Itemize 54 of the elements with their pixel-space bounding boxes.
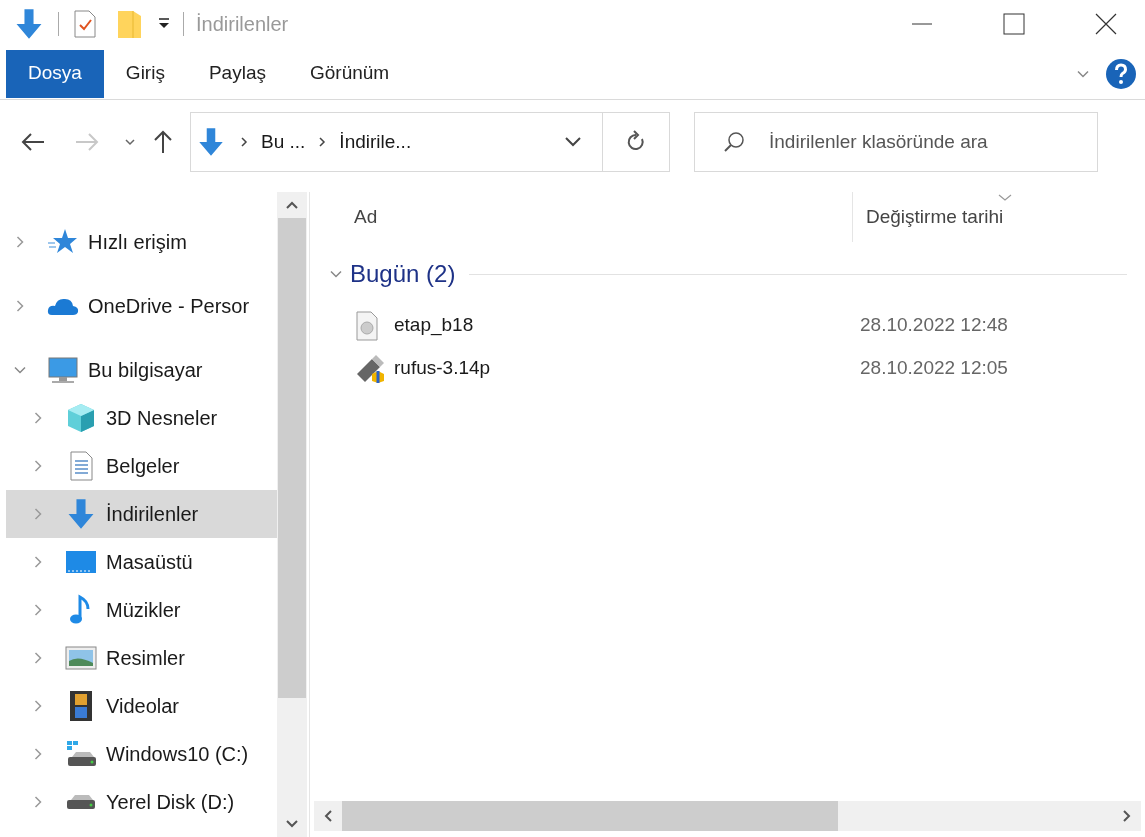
ribbon-tab[interactable]: Görünüm: [287, 49, 412, 98]
back-arrow-icon[interactable]: [20, 131, 46, 153]
search-box[interactable]: İndirilenler klasöründe ara: [694, 112, 1098, 172]
scroll-right-icon[interactable]: [1122, 809, 1132, 823]
scrollbar-thumb[interactable]: [278, 218, 306, 698]
dropdown-icon[interactable]: [157, 17, 171, 31]
disc-file-icon: [354, 310, 380, 341]
close-icon[interactable]: [1095, 13, 1117, 35]
help-icon[interactable]: [1105, 57, 1137, 90]
navigation-item[interactable]: İndirilenler: [6, 490, 277, 538]
breadcrumb-separator-icon[interactable]: [317, 136, 328, 148]
navigation-item[interactable]: Hızlı erişim: [6, 218, 277, 266]
navigation-item[interactable]: OneDrive - Persor: [6, 282, 277, 330]
navigation-item[interactable]: Müzikler: [6, 586, 277, 634]
search-icon: [723, 131, 745, 153]
address-bar[interactable]: Bu ... İndirile...: [190, 112, 670, 172]
ribbon-tab[interactable]: Giriş: [103, 49, 187, 98]
ribbon-tab[interactable]: Dosya: [6, 49, 104, 98]
breadcrumb-item[interactable]: İndirile...: [339, 127, 412, 157]
group-header[interactable]: Bugün (2): [310, 252, 1145, 296]
file-name: etap_b18: [394, 313, 475, 338]
properties-icon[interactable]: [71, 9, 99, 39]
scrollbar-thumb[interactable]: [342, 801, 838, 831]
scroll-left-icon[interactable]: [323, 809, 333, 823]
navigation-item[interactable]: Videolar: [6, 682, 277, 730]
address-dropdown-icon[interactable]: [564, 136, 582, 148]
navigation-item[interactable]: Yerel Disk (D:): [6, 778, 277, 826]
column-header[interactable]: Değiştirme tarihi: [866, 202, 1004, 232]
file-row[interactable]: etap_b18 28.10.2022 12:48: [310, 304, 1145, 347]
navigation-item[interactable]: Masaüstü: [6, 538, 277, 586]
recent-dropdown-icon[interactable]: [124, 137, 136, 147]
file-row[interactable]: rufus-3.14p 28.10.2022 12:05: [310, 347, 1145, 390]
forward-arrow-icon[interactable]: [74, 131, 100, 153]
scroll-down-icon[interactable]: [285, 819, 299, 829]
file-name: rufus-3.14p: [394, 356, 492, 381]
scroll-up-icon[interactable]: [285, 200, 299, 210]
ribbon-tab[interactable]: Paylaş: [186, 49, 288, 98]
horizontal-scrollbar[interactable]: [314, 801, 1141, 831]
navigation-item[interactable]: 3D Nesneler: [6, 394, 277, 442]
maximize-icon[interactable]: [1003, 13, 1025, 35]
navigation-item[interactable]: Belgeler: [6, 442, 277, 490]
breadcrumb-item[interactable]: Bu ...: [261, 127, 306, 157]
navigation-item[interactable]: Bu bilgisayar: [6, 346, 277, 394]
search-input[interactable]: İndirilenler klasöründe ara: [769, 127, 1097, 157]
window-title: İndirilenler: [196, 12, 289, 37]
drive-icon: [66, 794, 96, 810]
file-date: 28.10.2022 12:48: [860, 313, 1008, 338]
file-date: 28.10.2022 12:05: [860, 356, 1008, 381]
vertical-scrollbar[interactable]: [277, 192, 307, 837]
navigation-item[interactable]: Windows10 (C:): [6, 730, 277, 778]
up-arrow-icon[interactable]: [152, 129, 174, 155]
navigation-item[interactable]: Resimler: [6, 634, 277, 682]
breadcrumb-separator-icon[interactable]: [239, 136, 249, 148]
column-header[interactable]: Ad: [354, 202, 852, 232]
